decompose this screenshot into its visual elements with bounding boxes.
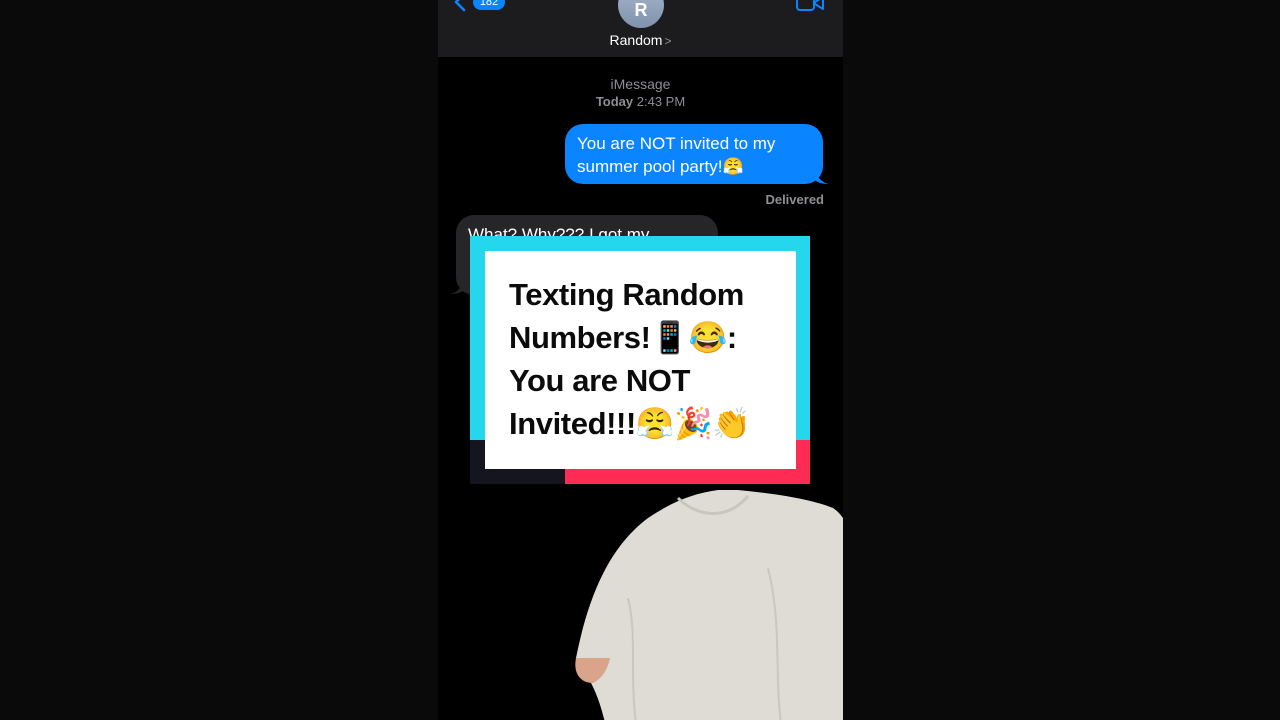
delivery-status: Delivered xyxy=(765,192,824,207)
sent-message-bubble[interactable]: You are NOT invited to my summer pool pa… xyxy=(565,124,823,184)
contact-name: Random xyxy=(609,32,663,48)
timestamp-day: Today xyxy=(595,94,634,109)
contact-name-button[interactable]: Random > xyxy=(438,32,843,48)
person-cutout-image xyxy=(575,490,843,720)
overlay-line-4: Invited!!!😤🎉👏 xyxy=(509,406,751,441)
overlay-line-3: You are NOT xyxy=(509,363,691,398)
overlay-line-2: Numbers!📱😂: xyxy=(509,320,737,355)
timestamp: Today 2:43 PM xyxy=(438,94,843,109)
overlay-title: Texting Random Numbers!📱😂: You are NOT I… xyxy=(509,273,789,445)
overlay-card: Texting Random Numbers!📱😂: You are NOT I… xyxy=(485,251,796,469)
received-bubble-tail xyxy=(450,280,464,294)
right-letterbox xyxy=(843,0,1280,720)
overlay-line-1: Texting Random xyxy=(509,277,744,312)
video-call-icon[interactable] xyxy=(796,0,824,12)
sent-bubble-tail xyxy=(815,170,829,184)
service-label: iMessage xyxy=(610,76,671,92)
back-chevron-icon[interactable] xyxy=(450,0,470,12)
timestamp-time: 2:43 PM xyxy=(636,94,686,109)
unread-count-badge[interactable]: 182 xyxy=(473,0,505,10)
chevron-right-icon: > xyxy=(664,34,672,48)
title-overlay: Texting Random Numbers!📱😂: You are NOT I… xyxy=(470,236,810,484)
phone-screen: 182 R Random > iMessage Today 2:43 PM You… xyxy=(438,0,843,720)
left-letterbox xyxy=(0,0,438,720)
conversation-header: 182 R Random > xyxy=(438,0,843,57)
contact-avatar[interactable]: R xyxy=(618,0,664,28)
